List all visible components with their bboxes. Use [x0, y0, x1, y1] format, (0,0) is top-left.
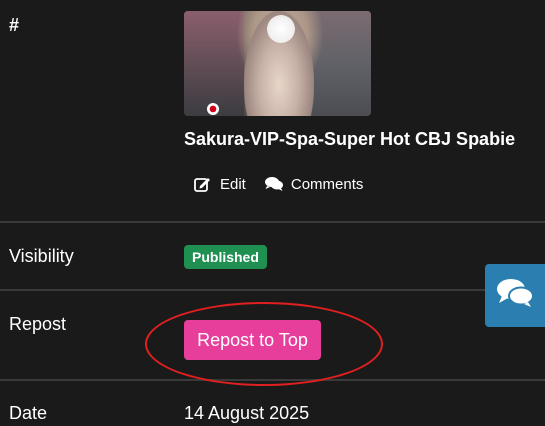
listing-title[interactable]: Sakura-VIP-Spa-Super Hot CBJ Spabie	[184, 129, 515, 150]
date-row: Date 14 August 2025	[0, 381, 545, 426]
status-badge: Published	[184, 245, 267, 269]
date-value: 14 August 2025	[184, 403, 310, 423]
listing-row: # Sakura-VIP-Spa-Super Hot CBJ Spabie Ed…	[0, 0, 545, 223]
edit-link[interactable]: Edit	[193, 175, 246, 193]
japan-flag-icon	[207, 103, 219, 115]
date-label: Date	[9, 403, 48, 423]
thumbnail-background-left	[184, 11, 244, 116]
thumbnail-flower-sticker	[267, 15, 295, 43]
listing-label: #	[9, 15, 20, 35]
chat-bubbles-icon	[496, 278, 534, 313]
visibility-row: Visibility Published	[0, 223, 545, 291]
repost-to-top-button[interactable]: Repost to Top	[184, 320, 321, 360]
repost-label: Repost	[9, 314, 67, 334]
chat-float-button[interactable]	[485, 264, 545, 327]
listing-details-page: # Sakura-VIP-Spa-Super Hot CBJ Spabie Ed…	[0, 0, 545, 426]
comments-link[interactable]: Comments	[264, 175, 364, 193]
visibility-label: Visibility	[9, 246, 74, 266]
listing-actions: Edit Comments	[193, 175, 363, 193]
comments-icon	[264, 175, 284, 193]
listing-thumbnail[interactable]	[184, 11, 371, 116]
comments-label: Comments	[290, 175, 364, 193]
repost-row: Repost Repost to Top	[0, 291, 545, 386]
edit-icon	[193, 175, 213, 193]
edit-label: Edit	[220, 175, 246, 193]
